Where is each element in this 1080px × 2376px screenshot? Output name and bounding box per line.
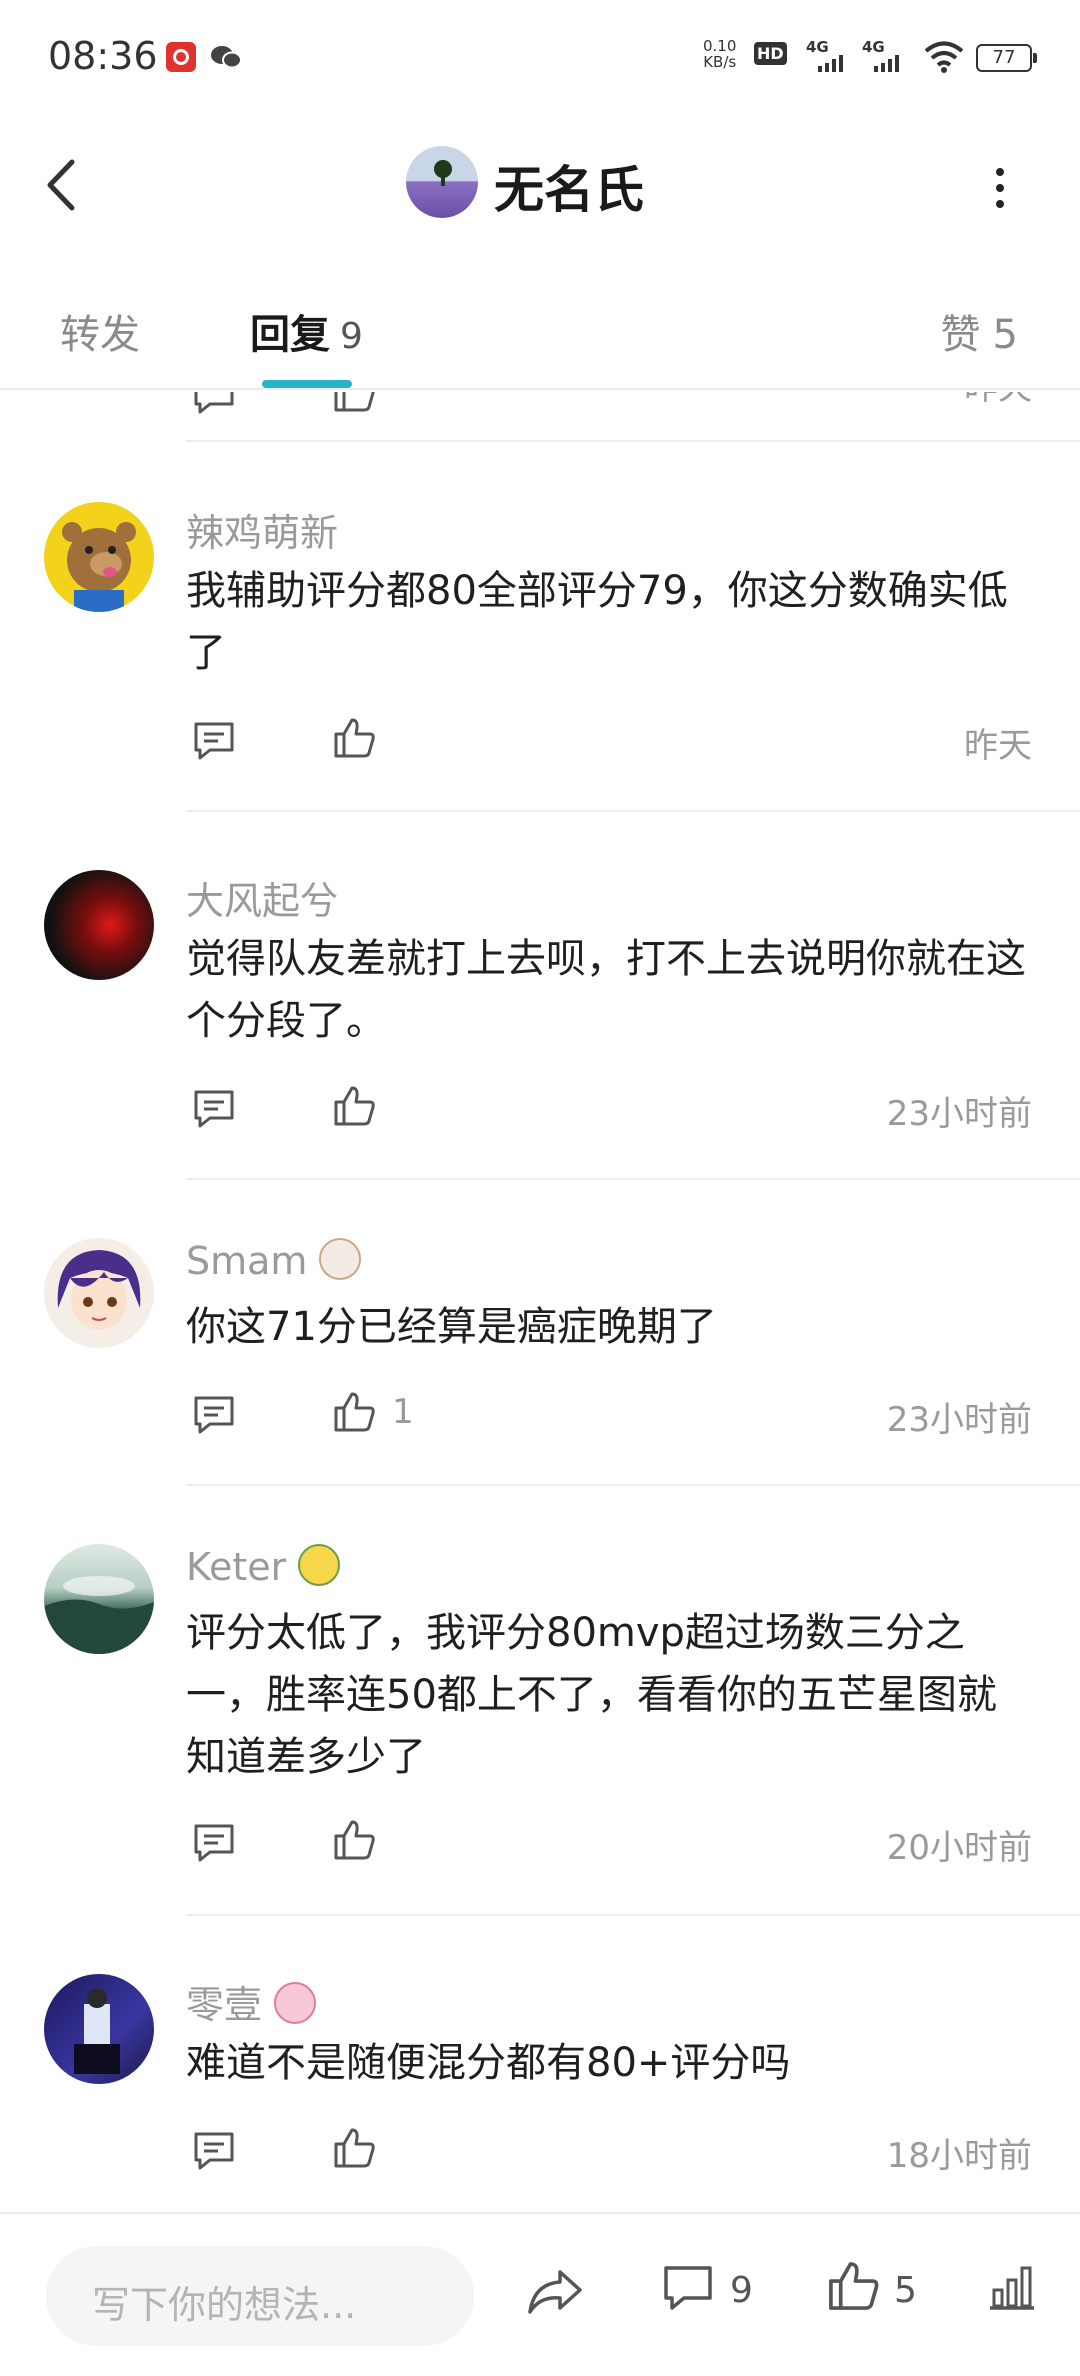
like-count: 5 <box>894 2270 917 2311</box>
comment-text: 我辅助评分都80全部评分79，你这分数确实低了 <box>186 568 1008 676</box>
reply-icon[interactable] <box>192 1822 236 1862</box>
like-icon[interactable] <box>332 2126 376 2170</box>
status-bar: 08:36 0.10 KB/s HD 4G 4G 77 <box>0 0 1080 120</box>
signal-1-icon: 4G <box>806 40 846 78</box>
tab-likes-label: 赞 <box>940 312 981 358</box>
comment-time: 昨天 <box>964 392 1032 409</box>
network-type-1: 4G <box>806 38 829 56</box>
hd-label: HD <box>754 42 787 65</box>
comment-username-text: Keter <box>186 1545 287 1589</box>
comment-time: 18小时前 <box>886 2136 1032 2176</box>
tab-bar: 转发 回复 9 赞5 <box>0 280 1080 390</box>
reply-icon[interactable] <box>192 720 236 760</box>
hd-voice-icon: HD <box>754 42 787 65</box>
battery-icon: 77 <box>976 44 1037 72</box>
reply-icon[interactable] <box>192 1088 236 1128</box>
network-speed: 0.10 KB/s <box>703 38 736 70</box>
comment-username[interactable]: Keter <box>186 1544 341 1589</box>
comment-input-placeholder: 写下你的想法... <box>92 2283 357 2327</box>
divider <box>186 1178 1080 1180</box>
user-avatar[interactable] <box>44 1974 154 2084</box>
user-badge-icon <box>298 1544 341 1586</box>
wifi-icon <box>924 41 964 73</box>
user-avatar[interactable] <box>44 502 154 612</box>
music-app-icon <box>166 42 196 72</box>
comment-time: 昨天 <box>964 726 1032 766</box>
comment-count: 9 <box>730 2270 753 2311</box>
more-options-icon[interactable] <box>980 160 1020 220</box>
tab-forward[interactable]: 转发 <box>60 302 140 360</box>
comment-username[interactable]: 零壹 <box>186 1974 317 2029</box>
comment-username-text: Smam <box>186 1239 308 1283</box>
like-icon[interactable] <box>826 2258 880 2314</box>
like-icon[interactable] <box>332 716 376 760</box>
comment-text: 评分太低了，我评分80mvp超过场数三分之一，胜率连50都上不了，看看你的五芒星… <box>186 1610 997 1780</box>
user-badge-icon <box>319 1238 362 1280</box>
divider <box>186 440 1080 442</box>
reply-icon[interactable] <box>192 1394 236 1434</box>
signal-2-icon: 4G <box>862 40 910 78</box>
user-badge-icon <box>274 1982 317 2024</box>
comment-icon[interactable] <box>662 2264 714 2312</box>
network-speed-unit: KB/s <box>703 53 737 71</box>
tab-reply-count: 9 <box>340 316 363 357</box>
like-icon[interactable] <box>332 392 376 414</box>
comment-username[interactable]: 辣鸡萌新 <box>186 502 338 557</box>
comment-username[interactable]: 大风起兮 <box>186 870 338 925</box>
page-title[interactable]: 无名氏 <box>494 150 644 222</box>
divider <box>186 810 1080 812</box>
wechat-icon <box>211 46 242 69</box>
like-icon[interactable] <box>332 1818 376 1862</box>
comment-list[interactable]: 昨天 辣鸡萌新 我辅助评分都80全部评分79，你这分数确实低了 <box>0 392 1080 2210</box>
comment-username-text: 零壹 <box>186 1983 263 2027</box>
comment-actions: 20小时前 <box>186 1818 1032 1868</box>
status-time: 08:36 <box>48 34 158 78</box>
user-avatar[interactable] <box>44 870 154 980</box>
bottom-action-bar: 写下你的想法... 9 5 <box>0 2212 1080 2376</box>
tab-likes-count: 5 <box>992 312 1018 358</box>
comment-actions: 18小时前 <box>186 2126 1032 2176</box>
like-icon[interactable] <box>332 1084 376 1128</box>
comment-time: 20小时前 <box>886 1828 1032 1868</box>
tab-reply-label: 回复 <box>250 312 330 358</box>
divider <box>186 1484 1080 1486</box>
comment-text: 你这71分已经算是癌症晚期了 <box>186 1304 717 1350</box>
comment-actions: 1 23小时前 <box>186 1390 1032 1440</box>
user-avatar[interactable] <box>44 1544 154 1654</box>
comment-time: 23小时前 <box>886 1400 1032 1440</box>
network-type-2: 4G <box>862 38 885 56</box>
comment-time: 23小时前 <box>886 1094 1032 1134</box>
active-tab-indicator <box>262 380 352 388</box>
tab-likes[interactable]: 赞5 <box>941 302 1018 360</box>
user-avatar[interactable] <box>44 1238 154 1348</box>
tab-reply[interactable]: 回复 9 <box>250 302 363 360</box>
comment-text: 觉得队友差就打上去呗，打不上去说明你就在这个分段了。 <box>186 936 1026 1044</box>
reply-icon[interactable] <box>192 392 236 414</box>
top-app-bar: 无名氏 <box>0 120 1080 250</box>
share-icon[interactable] <box>526 2266 584 2316</box>
comment-actions: 昨天 <box>186 716 1032 766</box>
author-avatar[interactable] <box>406 146 478 218</box>
reply-icon[interactable] <box>192 2130 236 2170</box>
comment-text: 难道不是随便混分都有80+评分吗 <box>186 2040 791 2086</box>
like-count: 1 <box>392 1392 414 1432</box>
comment-actions: 23小时前 <box>186 1084 1032 1134</box>
comment-username[interactable]: Smam <box>186 1238 362 1283</box>
network-speed-value: 0.10 <box>703 37 737 55</box>
divider <box>186 1914 1080 1916</box>
comment-input[interactable]: 写下你的想法... <box>46 2246 474 2346</box>
like-icon[interactable] <box>332 1390 376 1434</box>
back-arrow-icon[interactable] <box>40 152 90 218</box>
stats-icon[interactable] <box>986 2264 1038 2312</box>
previous-comment-stub: 昨天 <box>0 392 1080 442</box>
